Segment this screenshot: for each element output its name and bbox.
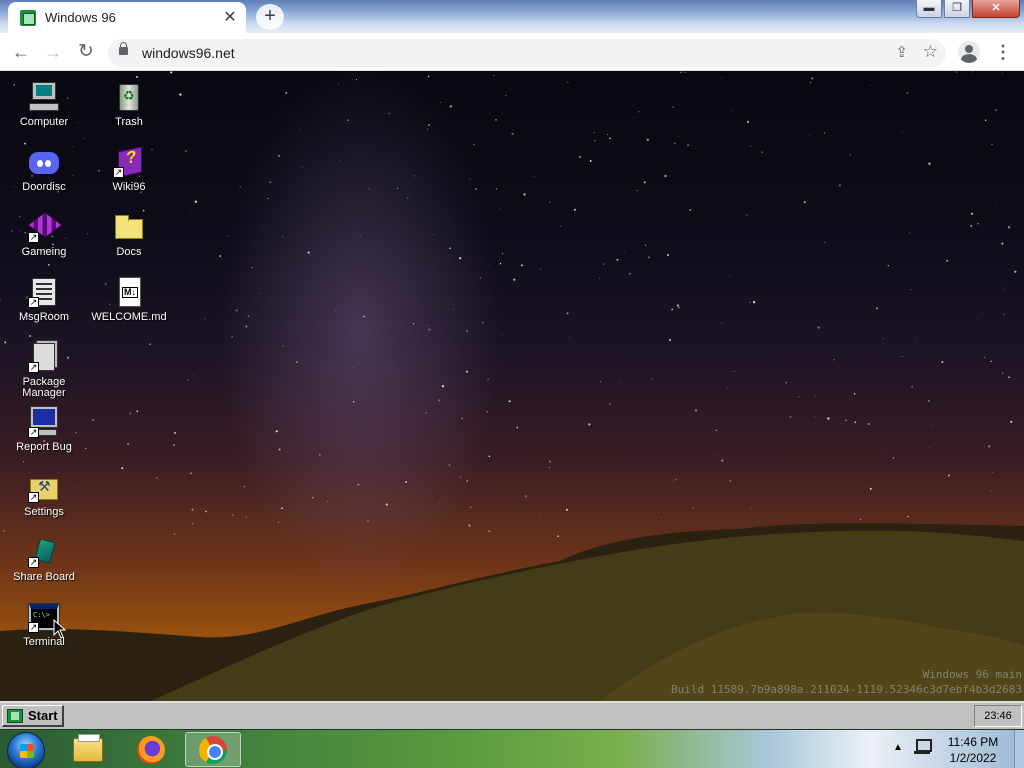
- desktop-icon-docs[interactable]: Docs: [89, 211, 169, 258]
- new-tab-button[interactable]: +: [256, 4, 284, 30]
- wiki-book-icon: ↗: [113, 146, 145, 178]
- discord-icon: [28, 146, 60, 178]
- shortcut-arrow-icon: ↗: [113, 167, 124, 178]
- lock-icon[interactable]: [119, 42, 128, 55]
- bookmark-star-icon[interactable]: ☆: [923, 42, 938, 62]
- shortcut-arrow-icon: ↗: [28, 557, 39, 568]
- close-window-button[interactable]: ✕: [972, 0, 1020, 18]
- settings-folder-icon: ↗: [28, 471, 60, 503]
- tray-overflow-arrow-icon[interactable]: ▲: [893, 742, 903, 753]
- restore-button[interactable]: ❐: [944, 0, 970, 18]
- watermark-line-1: Windows 96 main: [922, 668, 1022, 681]
- desktop-icon-label: Docs: [116, 246, 142, 258]
- desktop-icon-trash[interactable]: Trash: [89, 81, 169, 128]
- forward-button[interactable]: →: [41, 40, 65, 64]
- desktop-icon-settings[interactable]: ↗ Settings: [4, 471, 84, 518]
- computer-icon: [28, 81, 60, 113]
- browser-tab[interactable]: Windows 96 ✕: [8, 2, 246, 33]
- taskbar-pin-firefox[interactable]: [123, 732, 179, 767]
- watermark-line-2: Build 11589.7b9a898a.211024-1119.52346c3…: [671, 683, 1022, 696]
- cube-icon: ↗: [27, 211, 63, 243]
- browser-menu-icon[interactable]: ⋮: [994, 41, 1012, 63]
- monitor-icon: ↗: [28, 406, 60, 438]
- start-button[interactable]: Start: [2, 705, 64, 727]
- taskbar-pin-chrome[interactable]: [185, 732, 241, 767]
- folder-icon: [73, 733, 103, 762]
- desktop-icon-terminal[interactable]: ↗ Terminal: [4, 601, 84, 648]
- url-text[interactable]: windows96.net: [142, 45, 235, 61]
- desktop-icon-computer[interactable]: Computer: [4, 81, 84, 128]
- desktop-icon-msgroom[interactable]: ↗ MsgRoom: [4, 276, 84, 323]
- desktop-icon-label: Settings: [24, 506, 64, 518]
- desktop-icon-share-board[interactable]: ↗ Share Board: [4, 536, 84, 583]
- desktop-icon-label: Package Manager: [22, 376, 66, 399]
- address-bar[interactable]: windows96.net ⇪ ☆: [108, 39, 946, 67]
- shortcut-arrow-icon: ↗: [28, 232, 39, 243]
- desktop-icon-package-manager[interactable]: ↗ Package Manager: [4, 341, 84, 399]
- tab-title: Windows 96: [45, 10, 116, 25]
- network-icon[interactable]: [913, 738, 932, 756]
- shortcut-arrow-icon: ↗: [28, 492, 39, 503]
- desktop-icon-welcome-md[interactable]: WELCOME.md: [89, 276, 169, 323]
- w96-taskbar: Start 23:46: [0, 701, 1024, 729]
- shortcut-arrow-icon: ↗: [28, 427, 39, 438]
- w96-clock[interactable]: 23:46: [974, 705, 1022, 727]
- host-taskbar: ▲ 11:46 PM 1/2/2022: [0, 729, 1024, 768]
- desktop-icon-label: Trash: [115, 116, 143, 128]
- browser-tab-strip: Windows 96 ✕ + ▬ ❐ ✕: [0, 0, 1024, 33]
- minimize-button[interactable]: ▬: [916, 0, 942, 18]
- desktop-icon-label: Computer: [19, 116, 69, 128]
- start-label: Start: [28, 708, 58, 723]
- desktop-icon-doordisc[interactable]: Doordisc: [4, 146, 84, 193]
- windows96-favicon-icon: [20, 9, 36, 26]
- host-date: 1/2/2022: [949, 751, 997, 765]
- desktop-icon-wiki96[interactable]: ↗ Wiki96: [89, 146, 169, 193]
- desktop-icon-label: WELCOME.md: [91, 311, 167, 323]
- profile-avatar-icon[interactable]: [958, 41, 980, 63]
- chrome-icon: [199, 735, 227, 764]
- shortcut-arrow-icon: ↗: [28, 362, 39, 373]
- share-icon[interactable]: ⇪: [895, 43, 908, 61]
- firefox-icon: [137, 735, 165, 764]
- show-desktop-button[interactable]: [1014, 730, 1024, 768]
- build-watermark: Windows 96 main Build 11589.7b9a898a.211…: [671, 667, 1022, 697]
- browser-toolbar: ← → ↻ windows96.net ⇪ ☆ ⋮: [0, 33, 1024, 71]
- shortcut-arrow-icon: ↗: [28, 622, 39, 633]
- host-clock[interactable]: 11:46 PM 1/2/2022: [940, 734, 1006, 766]
- markdown-file-icon: [113, 276, 145, 308]
- back-button[interactable]: ←: [9, 40, 33, 64]
- desktop-icon-label: Share Board: [13, 571, 75, 583]
- desktop-icon-gameing[interactable]: ↗ Gameing: [4, 211, 84, 258]
- desktop-icon-label: Gameing: [21, 246, 67, 258]
- taskbar-pin-file-explorer[interactable]: [60, 732, 116, 767]
- windows96-logo-icon: [7, 708, 23, 723]
- package-icon: ↗: [28, 341, 60, 373]
- tab-close-icon[interactable]: ✕: [222, 9, 238, 26]
- desktop-icon-label: Wiki96: [112, 181, 146, 193]
- desktop-icon-label: Terminal: [23, 636, 65, 648]
- shortcut-arrow-icon: ↗: [28, 297, 39, 308]
- windows-start-orb-icon[interactable]: [7, 732, 45, 768]
- message-board-icon: ↗: [28, 276, 60, 308]
- share-board-icon: ↗: [28, 536, 60, 568]
- desktop-icon-report-bug[interactable]: ↗ Report Bug: [4, 406, 84, 453]
- host-time: 11:46 PM: [947, 735, 999, 749]
- trash-icon: [113, 81, 145, 113]
- reload-button[interactable]: ↻: [74, 40, 98, 64]
- desktop-icon-label: Report Bug: [16, 441, 72, 453]
- window-controls: ▬ ❐ ✕: [914, 0, 1020, 20]
- desktop[interactable]: Computer Doordisc ↗ Gameing ↗ MsgRoom ↗ …: [0, 71, 1024, 701]
- desktop-icon-label: MsgRoom: [18, 311, 70, 323]
- folder-icon: [113, 211, 145, 243]
- desktop-icon-label: Doordisc: [22, 181, 66, 193]
